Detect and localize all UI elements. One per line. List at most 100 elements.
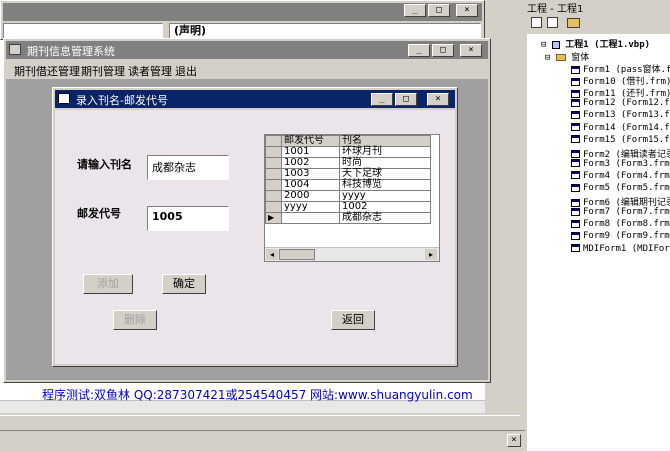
minimize-icon[interactable]: _ — [371, 93, 393, 106]
form-file-icon — [571, 135, 580, 144]
tree-item[interactable]: Form3 (Form3.frm) — [571, 159, 670, 169]
row-selector[interactable] — [265, 179, 282, 191]
row-selector[interactable] — [265, 157, 282, 169]
cell-code[interactable]: 1004 — [281, 179, 340, 191]
bg-procedure-combo[interactable]: (声明) — [169, 23, 481, 39]
view-code-icon[interactable] — [531, 17, 542, 28]
menu-reader[interactable]: 读者管理 — [128, 63, 172, 79]
cell-title[interactable]: 科技博览 — [339, 179, 431, 191]
tree-item[interactable]: Form13 (Form13.frm — [571, 110, 670, 120]
grid-header-code[interactable]: 邮发代号 — [281, 135, 340, 147]
tree-item[interactable]: Form4 (Form4.frm) — [571, 171, 670, 181]
table-row[interactable]: 1002 时尚 — [265, 157, 431, 169]
procedure-combo-value: (声明) — [174, 24, 207, 37]
data-grid[interactable]: 邮发代号 刊名 1001 环球月刊 1002 时尚 1003 天下足球 1004 科技博览 20… — [264, 134, 440, 262]
cell-code[interactable]: 1002 — [281, 157, 340, 169]
scroll-left-icon[interactable]: ◂ — [266, 249, 278, 260]
toggle-folders-icon[interactable] — [567, 18, 580, 28]
tree-root-label: 工程1 (工程1.vbp) — [565, 40, 651, 50]
tree-item-label: Form4 (Form4.frm) — [583, 170, 670, 181]
row-selector[interactable] — [265, 190, 282, 202]
minimize-icon[interactable]: _ — [404, 4, 426, 17]
cell-title[interactable]: 环球月刊 — [339, 146, 431, 158]
tree-root[interactable]: ⊟ 工程1 (工程1.vbp) — [541, 37, 650, 50]
close-icon[interactable]: × — [507, 434, 521, 447]
cell-title[interactable]: 成都杂志 — [339, 212, 431, 224]
cell-title[interactable]: 天下足球 — [339, 168, 431, 180]
tree-item[interactable]: Form8 (Form8.frm) — [571, 219, 670, 229]
expand-icon[interactable]: ⊟ — [545, 53, 550, 63]
maximize-icon[interactable]: □ — [428, 4, 450, 17]
child-client-area: 请输入刊名 成都杂志 邮发代号 1005 邮发代号 刊名 1001 环球月刊 100… — [55, 110, 455, 364]
row-selector[interactable]: ▶ — [265, 212, 282, 224]
grid-horizontal-scrollbar[interactable]: ◂ ▸ — [265, 247, 439, 261]
background-window: _ □ × (声明) — [0, 0, 485, 40]
table-row[interactable]: ▶ 成都杂志 — [265, 212, 431, 224]
tree-item[interactable]: Form15 (Form15.frm — [571, 135, 670, 145]
tree-item[interactable]: Form11 (还刊.frm) — [571, 86, 670, 99]
row-selector[interactable] — [265, 146, 282, 158]
minimize-icon[interactable]: _ — [408, 44, 430, 57]
child-window: 录入刊名-邮发代号 _ □ × 请输入刊名 成都杂志 邮发代号 1005 邮发代… — [52, 87, 458, 367]
confirm-button[interactable]: 确定 — [162, 274, 206, 294]
tree-item[interactable]: Form14 (Form14.frm — [571, 123, 670, 133]
add-button[interactable]: 添加 — [83, 274, 133, 294]
bg-object-combo[interactable] — [3, 23, 163, 39]
delete-button[interactable]: 删除 — [113, 310, 157, 330]
tree-item[interactable]: MDIForm1 (MDIForm1. — [571, 244, 670, 254]
bottom-pane — [0, 430, 525, 452]
form-file-icon — [571, 98, 580, 107]
tree-item-label: Form3 (Form3.frm) — [583, 158, 670, 169]
form-file-icon — [571, 231, 580, 240]
form-file-icon — [571, 110, 580, 119]
code-input[interactable]: 1005 — [147, 206, 229, 231]
project-tree[interactable]: ⊟ 工程1 (工程1.vbp) ⊟ 窗体 Form1 (pass窗体.frmFo… — [527, 34, 670, 451]
table-row[interactable]: yyyy 1002 — [265, 201, 431, 213]
tree-item[interactable]: Form5 (Form5.frm) — [571, 183, 670, 193]
tree-item[interactable]: Form6 (编辑期刊记录 — [571, 195, 670, 208]
grid-header-title[interactable]: 刊名 — [339, 135, 431, 147]
cell-code[interactable]: 1001 — [281, 146, 340, 158]
menu-exit[interactable]: 退出 — [175, 63, 197, 79]
table-row[interactable]: 1001 环球月刊 — [265, 146, 431, 158]
close-icon[interactable]: × — [427, 93, 449, 106]
scroll-thumb[interactable] — [279, 249, 315, 260]
menu-periodical[interactable]: 期刊管理 — [81, 63, 125, 79]
table-row[interactable]: 1003 天下足球 — [265, 168, 431, 180]
tree-item[interactable]: Form2 (编辑读者记录 — [571, 147, 670, 160]
cell-code[interactable]: 2000 — [281, 190, 340, 202]
maximize-icon[interactable]: □ — [395, 93, 417, 106]
cell-code[interactable]: yyyy — [281, 201, 340, 213]
cell-title[interactable]: yyyy — [339, 190, 431, 202]
table-row[interactable]: 1004 科技博览 — [265, 179, 431, 191]
menu-borrow-return[interactable]: 期刊借还管理 — [14, 63, 80, 79]
tree-item[interactable]: Form10 (借刊.frm) — [571, 74, 670, 87]
view-object-icon[interactable] — [547, 17, 558, 28]
cell-code[interactable] — [281, 212, 340, 224]
child-window-title: 录入刊名-邮发代号 — [76, 94, 168, 107]
code-input-value: 1005 — [152, 210, 183, 223]
folder-icon — [555, 54, 566, 61]
form-file-icon — [571, 171, 580, 180]
tree-item[interactable]: Form9 (Form9.frm) — [571, 231, 670, 241]
tree-item[interactable]: Form12 (Form12.frm — [571, 98, 670, 108]
bottom-scrollbar[interactable] — [0, 415, 520, 431]
expand-icon[interactable]: ⊟ — [541, 40, 546, 50]
cell-title[interactable]: 1002 — [339, 201, 431, 213]
project-title: 工程 - 工程1 — [527, 4, 584, 15]
close-icon[interactable]: × — [456, 4, 478, 17]
table-row[interactable]: 2000 yyyy — [265, 190, 431, 202]
row-selector[interactable] — [265, 201, 282, 213]
scroll-right-icon[interactable]: ▸ — [425, 249, 437, 260]
row-selector[interactable] — [265, 168, 282, 180]
form-file-icon — [571, 207, 580, 216]
tree-item[interactable]: Form1 (pass窗体.frm — [571, 62, 670, 75]
title-input[interactable]: 成都杂志 — [147, 155, 229, 180]
tree-item[interactable]: Form7 (Form7.frm) — [571, 207, 670, 217]
cell-code[interactable]: 1003 — [281, 168, 340, 180]
maximize-icon[interactable]: □ — [432, 44, 454, 57]
close-icon[interactable]: × — [460, 44, 482, 57]
back-button[interactable]: 返回 — [331, 310, 375, 330]
tree-item-label: Form14 (Form14.frm — [583, 122, 670, 133]
cell-title[interactable]: 时尚 — [339, 157, 431, 169]
